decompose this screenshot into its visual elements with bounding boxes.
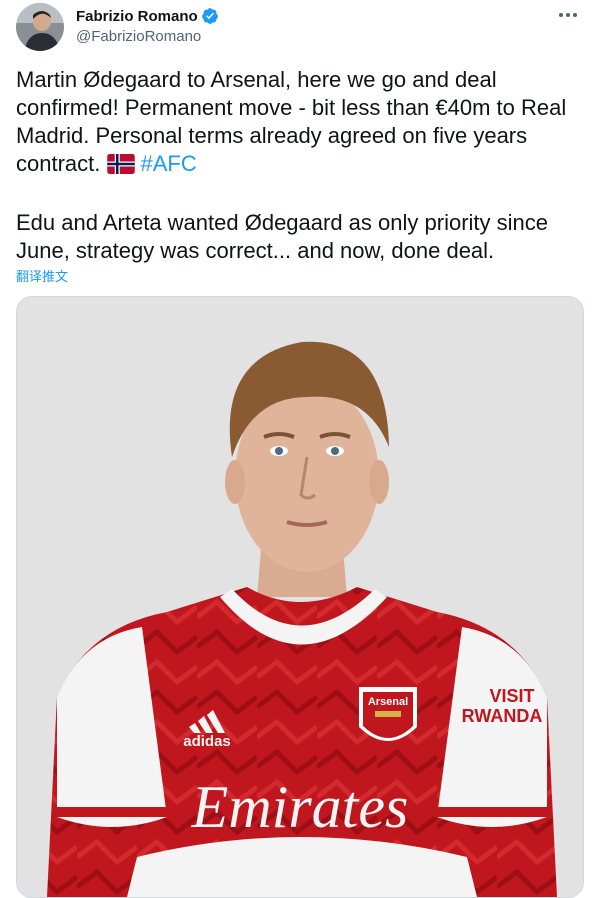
more-dot-icon [559, 13, 563, 17]
avatar-image [16, 3, 64, 51]
more-options-button[interactable] [555, 2, 581, 28]
tweet-paragraph-2: Edu and Arteta wanted Ødegaard as only p… [16, 210, 548, 263]
tweet-photo[interactable]: adidas Arsenal VISIT RWANDA Emirates FLY… [16, 296, 584, 898]
more-dot-icon [573, 13, 577, 17]
tweet: Fabrizio Romano @FabrizioRomano Martin Ø… [0, 0, 597, 898]
norway-flag-icon [106, 153, 135, 181]
tweet-text: Martin Ødegaard to Arsenal, here we go a… [16, 66, 584, 265]
author-display-name[interactable]: Fabrizio Romano [76, 8, 198, 25]
hashtag-link[interactable]: #AFC [141, 151, 197, 176]
svg-text:adidas: adidas [183, 733, 231, 750]
sponsor-subtext: FLY BETTER [221, 845, 379, 875]
translate-tweet-link[interactable]: 翻译推文 [16, 266, 68, 285]
sleeve-text-bottom: RWANDA [462, 706, 543, 726]
tweet-paragraph-1: Martin Ødegaard to Arsenal, here we go a… [16, 66, 584, 181]
svg-text:Arsenal: Arsenal [368, 696, 408, 708]
author-name-row: Fabrizio Romano [76, 7, 219, 25]
author-handle[interactable]: @FabrizioRomano [76, 28, 201, 45]
arsenal-crest: Arsenal [359, 687, 417, 741]
sponsor-text: Emirates [191, 774, 409, 840]
player-photo: adidas Arsenal VISIT RWANDA Emirates FLY… [17, 297, 583, 897]
sleeve-text-top: VISIT [489, 686, 534, 706]
tweet-paragraph-1-text: Martin Ødegaard to Arsenal, here we go a… [16, 67, 567, 176]
verified-badge-icon [201, 7, 219, 25]
more-dot-icon [566, 13, 570, 17]
avatar[interactable] [16, 3, 64, 51]
